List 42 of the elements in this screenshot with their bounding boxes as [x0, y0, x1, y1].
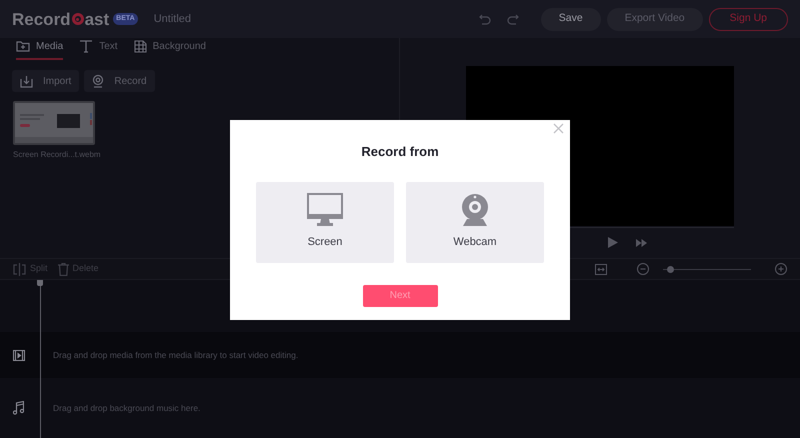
- zoom-in-icon[interactable]: [775, 263, 787, 275]
- track-hint: Drag and drop media from the media library to start video editing.: [53, 348, 298, 362]
- sign-up-button[interactable]: Sign Up: [708, 8, 788, 30]
- folder-icon: [16, 40, 30, 52]
- logo-text: ast: [84, 10, 110, 28]
- fit-icon[interactable]: [595, 264, 607, 274]
- undo-icon[interactable]: [478, 14, 491, 24]
- music-note-icon: [13, 401, 24, 415]
- tab[interactable]: Text: [79, 38, 118, 60]
- zoom-out-icon[interactable]: [637, 263, 649, 275]
- save-button[interactable]: Save: [540, 8, 601, 30]
- download-icon: [20, 74, 33, 88]
- track-hint: Drag and drop background music here.: [53, 402, 200, 414]
- tab-label: Text: [99, 40, 118, 54]
- monitor-icon: [307, 193, 343, 228]
- fast-forward-icon[interactable]: [636, 238, 647, 246]
- slider-thumb[interactable]: [667, 266, 674, 272]
- logo-icon: [72, 13, 84, 25]
- redo-icon[interactable]: [506, 14, 519, 24]
- dialog-title: Record from: [361, 143, 439, 161]
- tab[interactable]: Background: [134, 38, 206, 60]
- tab-label: Media: [36, 40, 64, 54]
- logo-text: Record: [12, 10, 71, 28]
- play-icon[interactable]: [608, 237, 618, 248]
- tab[interactable]: Media: [16, 38, 64, 60]
- film-icon: [12, 350, 24, 360]
- webcam-option[interactable]: Webcam: [406, 182, 544, 262]
- close-icon[interactable]: [553, 123, 564, 134]
- webcam-icon: [92, 74, 104, 88]
- grid-icon: [134, 40, 147, 52]
- text-icon: [79, 39, 94, 53]
- playhead[interactable]: [37, 280, 43, 438]
- record-button[interactable]: Record: [84, 70, 155, 92]
- button-label: Record: [114, 74, 147, 88]
- split-icon: [13, 262, 26, 276]
- screen-option[interactable]: Screen: [256, 182, 394, 262]
- project-title: Untitled: [154, 12, 191, 27]
- button-label: Import: [43, 74, 72, 88]
- tab-label: Background: [152, 40, 206, 54]
- import-button[interactable]: Import: [12, 70, 80, 92]
- trash-icon: [58, 262, 69, 276]
- webcam-icon: [461, 193, 489, 228]
